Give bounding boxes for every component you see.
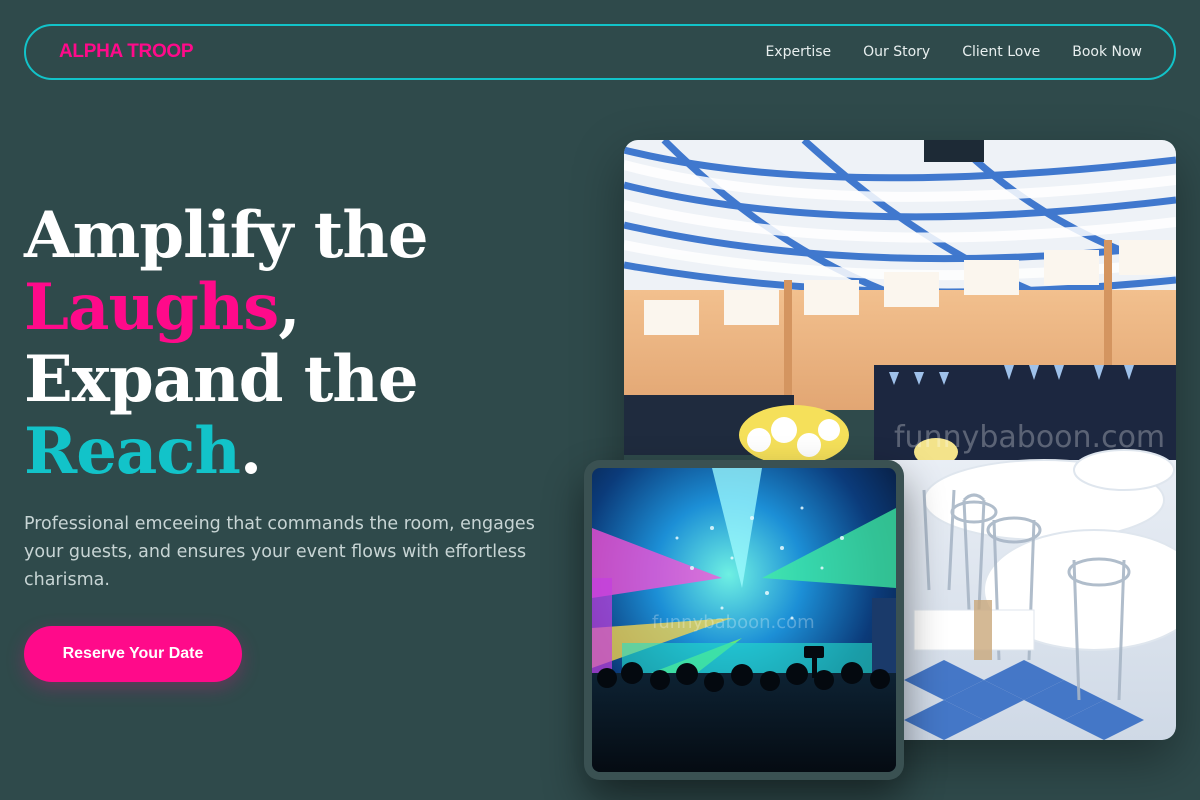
headline-line-2: Laughs,	[24, 272, 584, 344]
headline-line-4: Reach.	[24, 416, 584, 488]
top-navbar: ALPHA TROOP Expertise Our Story Client L…	[24, 24, 1176, 80]
concert-crowd-image: funnybaboon.com	[592, 468, 896, 772]
headline-comma: ,	[278, 270, 300, 345]
nav-link-book-now[interactable]: Book Now	[1072, 44, 1142, 60]
headline-line-1: Amplify the	[24, 198, 429, 273]
nav-link-our-story[interactable]: Our Story	[863, 44, 930, 60]
headline-period: .	[239, 414, 262, 489]
nav-links: Expertise Our Story Client Love Book Now	[765, 44, 1142, 60]
hero-subtext: Professional emceeing that commands the …	[24, 514, 535, 590]
concert-image-frame: funnybaboon.com	[584, 460, 904, 780]
nav-link-client-love[interactable]: Client Love	[962, 44, 1040, 60]
brand-logo[interactable]: ALPHA TROOP	[59, 41, 194, 63]
nav-link-expertise[interactable]: Expertise	[765, 44, 831, 60]
headline-line-3: Expand the	[24, 342, 419, 417]
concert-illustration	[592, 468, 896, 772]
headline-accent-reach: Reach	[24, 414, 241, 489]
reserve-date-button[interactable]: Reserve Your Date	[24, 626, 242, 682]
hero-headline: Amplify the Laughs, Expand the Reach.	[24, 200, 584, 488]
headline-accent-laughs: Laughs	[24, 270, 279, 345]
